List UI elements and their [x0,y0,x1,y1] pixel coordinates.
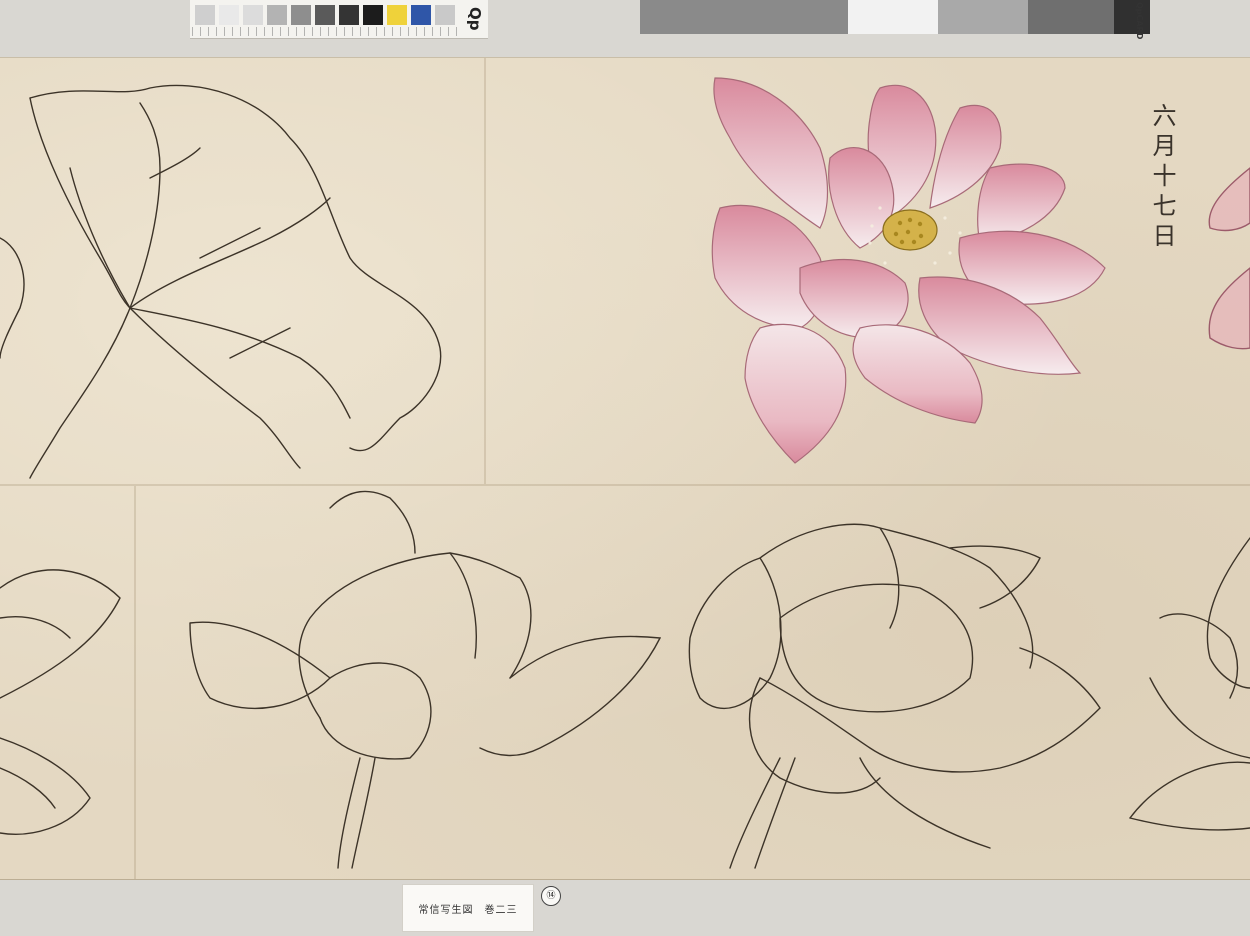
grey-segment [848,0,938,34]
ruler-scale [192,27,460,36]
sheet-number-badge: ⑭ [541,886,561,906]
color-patch [411,5,431,25]
lotus-drawings [0,77,1250,869]
card-brand-right: QpCARD [1135,2,1144,40]
lotus-bud-sketch-1 [0,569,121,835]
color-checker-card: Qp [190,0,488,39]
lotus-bud-sketch-2 [189,490,662,869]
catalog-label: 常信写生図 巻二三 [402,884,534,932]
color-patch [315,5,335,25]
lotus-petal-edge [1208,167,1250,350]
color-patch [339,5,359,25]
lotus-bud-sketch-3 [1129,537,1250,831]
painted-lotus-flower [711,77,1106,464]
grey-segment [1028,0,1114,34]
grey-segment [640,0,848,34]
color-patch [267,5,287,25]
color-patch [435,5,455,25]
date-inscription: 六月十七日 [1148,103,1176,253]
color-patch [243,5,263,25]
grey-scale-card: QpCARD [640,0,1150,40]
color-patches [195,5,455,25]
color-patch [219,5,239,25]
color-patch [363,5,383,25]
color-patch [387,5,407,25]
lotus-bloom-sketch [688,523,1101,869]
color-patch [291,5,311,25]
grey-segment [938,0,1028,34]
card-brand: Qp [466,7,484,31]
scroll-paper [0,57,1250,880]
color-patch [195,5,215,25]
lotus-leaf-sketch [0,84,442,479]
